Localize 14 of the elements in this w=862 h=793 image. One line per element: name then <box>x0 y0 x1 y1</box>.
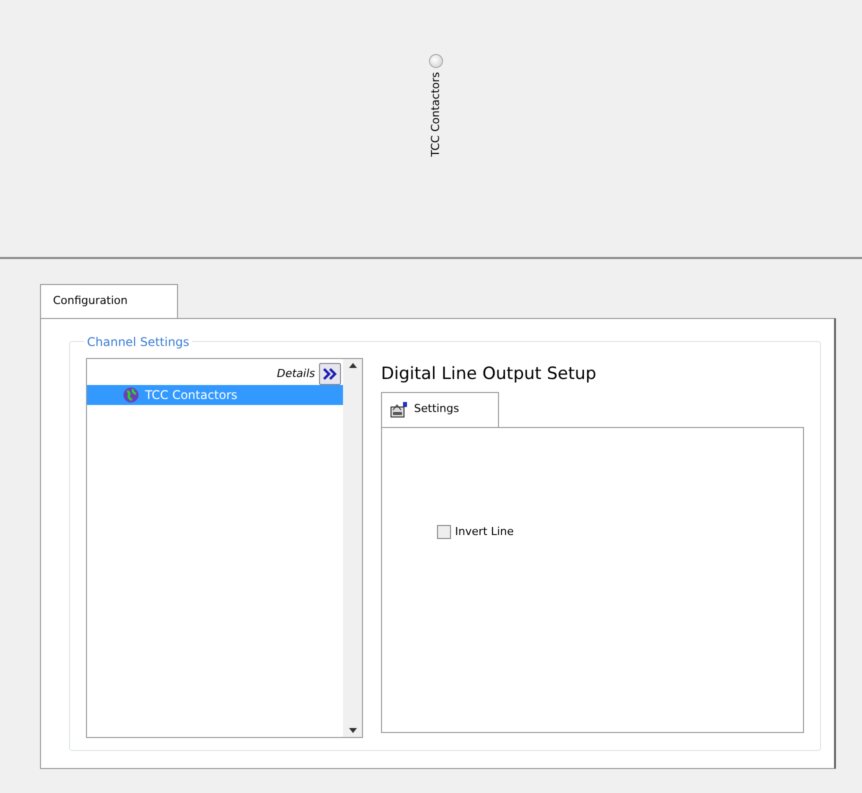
section-title: Digital Line Output Setup <box>381 363 598 386</box>
tab[interactable]: Configuration <box>40 284 178 318</box>
double-chevron-icon <box>323 368 337 380</box>
checkbox-label[interactable]: Invert Line <box>455 524 514 540</box>
indicator-label: TCC Contactors <box>428 72 443 157</box>
checkbox[interactable] <box>437 524 451 539</box>
tab[interactable]: Settings <box>381 392 499 426</box>
scroll-down-icon[interactable] <box>348 728 356 733</box>
globe-icon <box>123 387 139 403</box>
scroll-up-icon[interactable] <box>348 363 356 368</box>
details-button[interactable] <box>319 363 341 385</box>
settings-icon <box>390 402 408 418</box>
scrollbar[interactable] <box>343 359 362 737</box>
details-label: Details <box>276 366 315 382</box>
